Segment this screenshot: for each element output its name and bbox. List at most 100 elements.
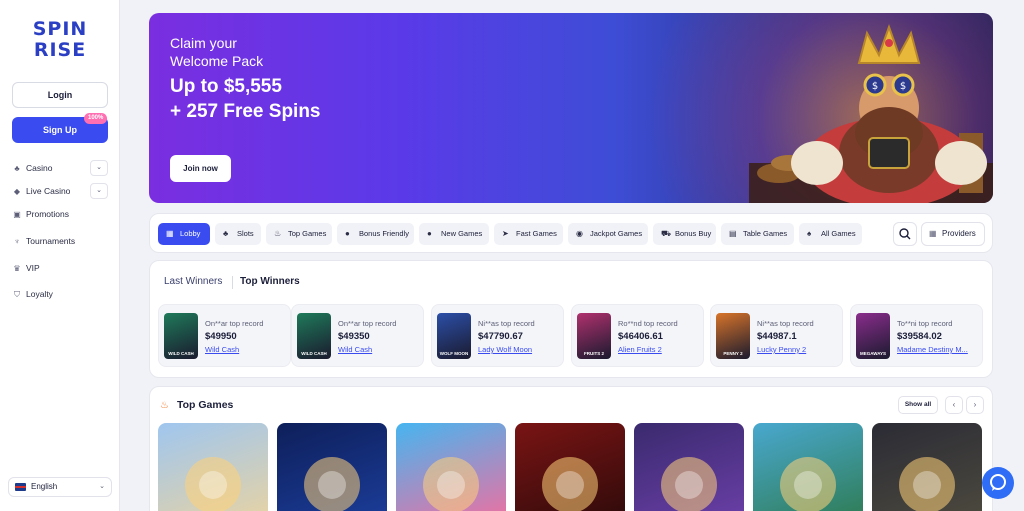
sidebar-item-label: Tournaments: [26, 236, 76, 246]
chevron-down-icon[interactable]: ⌄: [90, 160, 108, 176]
tab-label: Lobby: [180, 229, 201, 238]
winner-amount: $47790.67: [478, 331, 523, 342]
winner-record: To**ni top record: [897, 319, 953, 328]
search-button[interactable]: [893, 222, 917, 246]
winner-card[interactable]: WILD CASH On**ar top record $49950 Wild Cas…: [158, 304, 291, 367]
sidebar-item-tournaments[interactable]: ♆ Tournaments: [12, 233, 108, 249]
thumbnail-label: WILD CASH: [301, 351, 327, 356]
thumbnail-label: WILD CASH: [168, 351, 194, 356]
game-thumbnail[interactable]: WILD CASH: [164, 313, 198, 359]
fire-icon: ♨: [160, 400, 169, 411]
tab-fast-games[interactable]: ➤ Fast Games: [494, 223, 563, 245]
winner-game-link[interactable]: Alien Fruits 2: [618, 345, 702, 354]
support-chat-button[interactable]: [982, 467, 1014, 499]
tab-bonus-buy[interactable]: ⛟ Bonus Buy: [653, 223, 716, 245]
rocket-icon: ➤: [502, 229, 509, 238]
tab-label: Table Games: [743, 229, 788, 238]
trophy-icon: ♆: [14, 237, 20, 246]
winner-card[interactable]: MEGAWAYS To**ni top record $39584.02 Madame…: [850, 304, 983, 367]
winner-amount: $49950: [205, 331, 237, 342]
winner-record: Ni**as top record: [478, 319, 535, 328]
winner-card[interactable]: WOLF MOON Ni**as top record $47790.67 Lady …: [431, 304, 564, 367]
aztec-warrior-game-artwork: [780, 457, 836, 511]
sidebar-item-label: Casino: [26, 163, 53, 173]
tab-new-games[interactable]: ● New Games: [419, 223, 489, 245]
login-button[interactable]: Login: [12, 82, 108, 108]
game-thumbnail[interactable]: WOLF MOON: [437, 313, 471, 359]
fortune-tree-game-artwork: [542, 457, 598, 511]
zeus-game-tile[interactable]: [158, 423, 268, 511]
sidebar-item-label: VIP: [26, 263, 40, 273]
winner-game-link[interactable]: Lady Wolf Moon: [478, 345, 562, 354]
thumbnail-label: WOLF MOON: [439, 351, 469, 356]
svg-text:$: $: [900, 81, 906, 92]
search-icon: [899, 228, 911, 240]
signup-bonus-badge: 100%: [84, 113, 108, 124]
tab-jackpot-games[interactable]: ◉ Jackpot Games: [568, 223, 648, 245]
thumbnail-label: MEGAWAYS: [859, 351, 887, 356]
golden-flower-game-tile[interactable]: [277, 423, 387, 511]
tab-divider: [232, 276, 233, 289]
tab-top-winners[interactable]: Top Winners: [240, 276, 300, 287]
chevron-down-icon[interactable]: ⌄: [90, 183, 108, 199]
join-now-button[interactable]: Join now: [170, 155, 231, 182]
treasure-pot-game-tile[interactable]: [634, 423, 744, 511]
prev-arrow-button[interactable]: ‹: [945, 396, 963, 414]
gift-icon: ▣: [13, 210, 21, 219]
tab-bonus-friendly[interactable]: ● Bonus Friendly: [337, 223, 414, 245]
providers-button[interactable]: ▦ Providers: [921, 222, 985, 246]
tab-table-games[interactable]: ▤ Table Games: [721, 223, 794, 245]
tab-label: Fast Games: [516, 229, 557, 238]
treasure-pot-game-artwork: [661, 457, 717, 511]
sidebar-item-label: Promotions: [26, 209, 69, 219]
tab-all-games[interactable]: ♠ All Games: [799, 223, 862, 245]
new-icon: ●: [427, 229, 432, 238]
winner-amount: $49350: [338, 331, 370, 342]
language-selector[interactable]: English ⌄: [8, 477, 112, 497]
tab-top-games[interactable]: ♨ Top Games: [266, 223, 332, 245]
cart-icon: ⛟: [661, 229, 672, 238]
game-thumbnail[interactable]: FRUITS 2: [577, 313, 611, 359]
winner-card[interactable]: WILD CASH On**ar top record $49350 Wild Cas…: [291, 304, 424, 367]
sidebar-item-vip[interactable]: ♛ VIP: [12, 260, 108, 276]
moneybag-icon: ●: [345, 229, 350, 238]
logo[interactable]: SPIN RISE: [24, 18, 96, 62]
game-thumbnail[interactable]: WILD CASH: [297, 313, 331, 359]
pyramid-game-tile[interactable]: [872, 423, 982, 511]
game-thumbnail[interactable]: MEGAWAYS: [856, 313, 890, 359]
tab-label: Top Games: [288, 229, 327, 238]
logo-line1: SPIN: [32, 18, 88, 40]
sidebar-item-casino[interactable]: ♣ Casino ⌄: [12, 160, 108, 176]
tab-lobby[interactable]: ▦ Lobby: [158, 223, 210, 245]
aztec-warrior-game-tile[interactable]: [753, 423, 863, 511]
show-all-button[interactable]: Show all: [898, 396, 938, 414]
uk-flag-icon: [15, 483, 26, 491]
welcome-banner[interactable]: $ $ Claim your Welcome Pack Up to $5,555…: [149, 13, 993, 203]
candy-swirl-game-tile[interactable]: [396, 423, 506, 511]
sidebar: SPIN RISE Login Sign Up 100% ♣ Casino ⌄ ◆…: [0, 0, 120, 511]
crown-icon: ♛: [13, 264, 21, 273]
winner-game-link[interactable]: Wild Cash: [205, 345, 289, 354]
cherries-icon: ♣: [223, 229, 229, 238]
next-arrow-button[interactable]: ›: [966, 396, 984, 414]
sidebar-item-promotions[interactable]: ▣ Promotions: [12, 206, 108, 222]
winner-game-link[interactable]: Madame Destiny M...: [897, 345, 981, 354]
game-thumbnail[interactable]: PENNY 2: [716, 313, 750, 359]
category-tabs: ▦ Lobby ♣ Slots ♨ Top Games ● Bonus Friendly…: [149, 213, 993, 253]
tab-label: Slots: [237, 229, 254, 238]
sidebar-item-loyalty[interactable]: ⛉ Loyalty: [12, 286, 108, 302]
sidebar-item-label: Loyalty: [26, 289, 53, 299]
candy-swirl-game-artwork: [423, 457, 479, 511]
winner-game-link[interactable]: Lucky Penny 2: [757, 345, 841, 354]
tab-last-winners[interactable]: Last Winners: [164, 276, 222, 287]
sidebar-item-live-casino[interactable]: ◆ Live Casino ⌄: [12, 183, 108, 199]
tab-slots[interactable]: ♣ Slots: [215, 223, 261, 245]
fortune-tree-game-tile[interactable]: [515, 423, 625, 511]
cards-icon: ♣: [14, 164, 20, 173]
winner-amount: $46406.61: [618, 331, 663, 342]
winner-card[interactable]: FRUITS 2 Ro**nd top record $46406.61 Alien …: [571, 304, 704, 367]
winners-section: Last Winners Top Winners WILD CASH On**ar…: [149, 260, 993, 378]
winner-card[interactable]: PENNY 2 Ni**as top record $44987.1 Lucky Pe…: [710, 304, 843, 367]
winner-game-link[interactable]: Wild Cash: [338, 345, 422, 354]
tab-label: Jackpot Games: [590, 229, 643, 238]
